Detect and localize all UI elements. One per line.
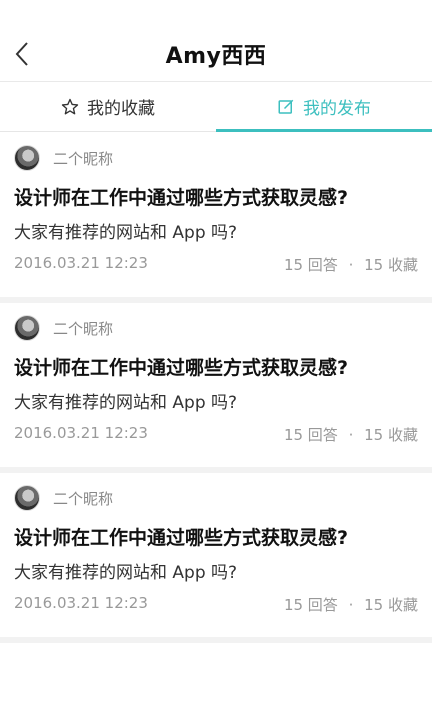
stat-separator: · [348, 596, 354, 614]
answer-count: 15 回答 [283, 596, 338, 614]
stat-separator: · [348, 426, 354, 444]
favorite-count: 15 收藏 [364, 256, 418, 274]
post-list: 二个昵称 设计师在工作中通过哪些方式获取灵感? 大家有推荐的网站和 App 吗?… [0, 133, 432, 643]
author-name[interactable]: 二个昵称 [53, 148, 113, 169]
post-stats: 15 回答 · 15 收藏 [284, 594, 418, 615]
post-date: 2016.03.21 12:23 [14, 254, 148, 272]
author-row: 二个昵称 [14, 315, 113, 341]
avatar[interactable] [14, 315, 40, 341]
page-title: Amy西西 [165, 44, 267, 69]
edit-icon [277, 98, 295, 116]
question-title[interactable]: 设计师在工作中通过哪些方式获取灵感? [14, 523, 348, 550]
app-header: Amy西西 [0, 0, 432, 82]
meta-row: 2016.03.21 12:23 15 回答 · 15 收藏 [14, 594, 418, 615]
tab-bar: 我的收藏 我的发布 [0, 82, 432, 132]
author-name[interactable]: 二个昵称 [53, 488, 113, 509]
meta-row: 2016.03.21 12:23 15 回答 · 15 收藏 [14, 254, 418, 275]
favorite-count: 15 收藏 [364, 596, 418, 614]
list-item[interactable]: 二个昵称 设计师在工作中通过哪些方式获取灵感? 大家有推荐的网站和 App 吗?… [0, 303, 432, 467]
author-name[interactable]: 二个昵称 [53, 318, 113, 339]
question-title[interactable]: 设计师在工作中通过哪些方式获取灵感? [14, 353, 348, 380]
avatar[interactable] [14, 485, 40, 511]
tab-label: 我的发布 [303, 99, 371, 119]
answer-count: 15 回答 [283, 426, 338, 444]
list-item[interactable]: 二个昵称 设计师在工作中通过哪些方式获取灵感? 大家有推荐的网站和 App 吗?… [0, 133, 432, 297]
author-row: 二个昵称 [14, 145, 113, 171]
stat-separator: · [348, 256, 354, 274]
tab-my-posts[interactable]: 我的发布 [216, 82, 432, 132]
avatar[interactable] [14, 145, 40, 171]
question-title[interactable]: 设计师在工作中通过哪些方式获取灵感? [14, 183, 348, 210]
post-stats: 15 回答 · 15 收藏 [284, 424, 418, 445]
post-date: 2016.03.21 12:23 [14, 594, 148, 612]
post-date: 2016.03.21 12:23 [14, 424, 148, 442]
star-outline-icon [61, 98, 79, 116]
answer-count: 15 回答 [283, 256, 338, 274]
question-subtitle: 大家有推荐的网站和 App 吗? [14, 393, 238, 413]
divider [0, 637, 432, 643]
favorite-count: 15 收藏 [364, 426, 418, 444]
question-subtitle: 大家有推荐的网站和 App 吗? [14, 563, 238, 583]
list-item[interactable]: 二个昵称 设计师在工作中通过哪些方式获取灵感? 大家有推荐的网站和 App 吗?… [0, 473, 432, 637]
tab-favorites[interactable]: 我的收藏 [0, 82, 216, 131]
author-row: 二个昵称 [14, 485, 113, 511]
post-stats: 15 回答 · 15 收藏 [284, 254, 418, 275]
tab-label: 我的收藏 [87, 99, 155, 119]
question-subtitle: 大家有推荐的网站和 App 吗? [14, 223, 238, 243]
meta-row: 2016.03.21 12:23 15 回答 · 15 收藏 [14, 424, 418, 445]
